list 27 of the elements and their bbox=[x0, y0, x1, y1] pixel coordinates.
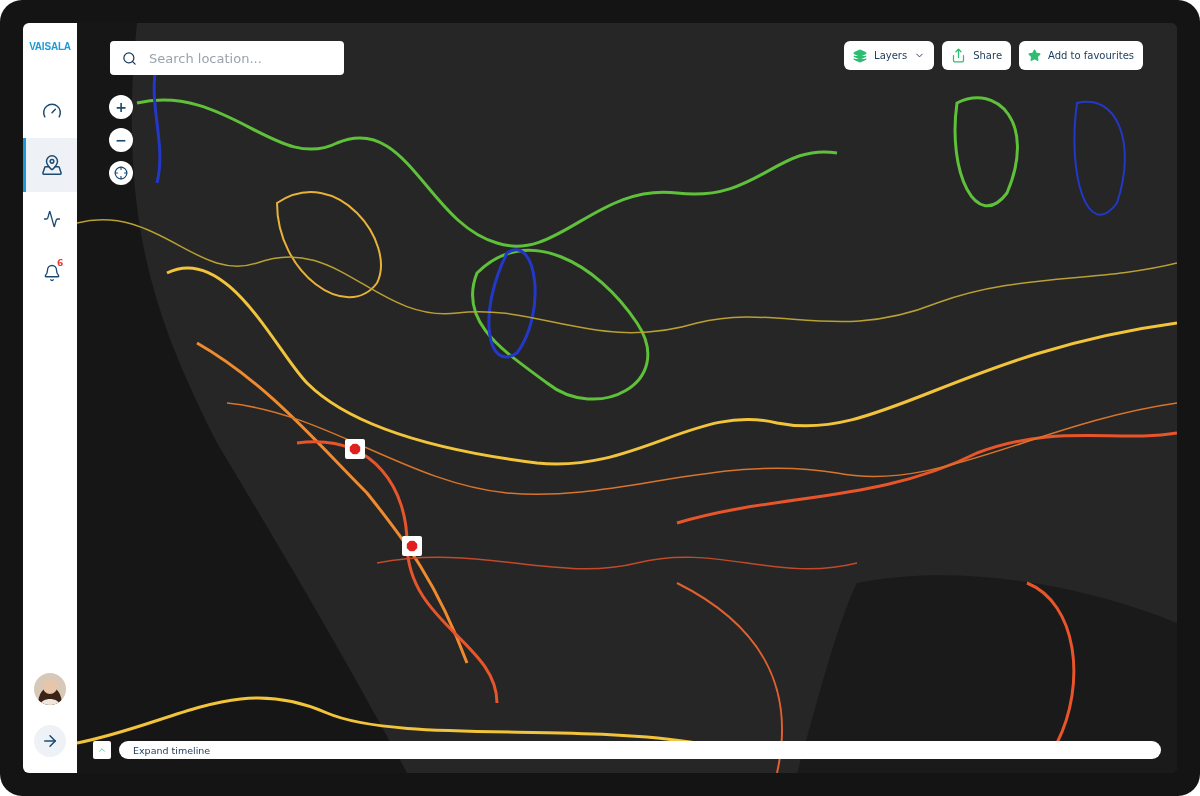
favourite-button[interactable]: Add to favourites bbox=[1019, 41, 1143, 70]
logo: VAISALA bbox=[29, 41, 71, 52]
notification-count: 6 bbox=[57, 258, 64, 268]
chevron-up-icon bbox=[97, 745, 107, 755]
layers-icon bbox=[853, 48, 868, 63]
expand-timeline-bar[interactable]: Expand timeline bbox=[119, 741, 1161, 759]
search-field[interactable]: Search location... bbox=[110, 41, 344, 75]
locate-icon bbox=[114, 166, 128, 180]
avatar[interactable] bbox=[34, 673, 66, 705]
search-icon bbox=[122, 51, 137, 66]
alert-marker[interactable] bbox=[345, 439, 365, 459]
gauge-icon bbox=[41, 101, 62, 121]
share-icon bbox=[951, 48, 967, 63]
star-icon bbox=[1028, 49, 1042, 62]
warning-icon bbox=[348, 442, 362, 456]
sidebar-item[interactable] bbox=[23, 138, 77, 192]
warning-icon bbox=[405, 539, 419, 553]
pulse-icon bbox=[42, 210, 61, 228]
expand-timeline-toggle[interactable] bbox=[93, 741, 111, 759]
expand-sidebar-button[interactable] bbox=[34, 725, 66, 757]
layers-button[interactable]: Layers bbox=[844, 41, 935, 70]
sidebar-item[interactable]: 6 bbox=[23, 246, 77, 300]
alert-marker[interactable] bbox=[402, 536, 422, 556]
bell-icon bbox=[42, 264, 61, 282]
share-button[interactable]: Share bbox=[942, 41, 1012, 70]
map-pin-icon bbox=[40, 154, 63, 176]
arrow-right-icon bbox=[41, 732, 59, 750]
